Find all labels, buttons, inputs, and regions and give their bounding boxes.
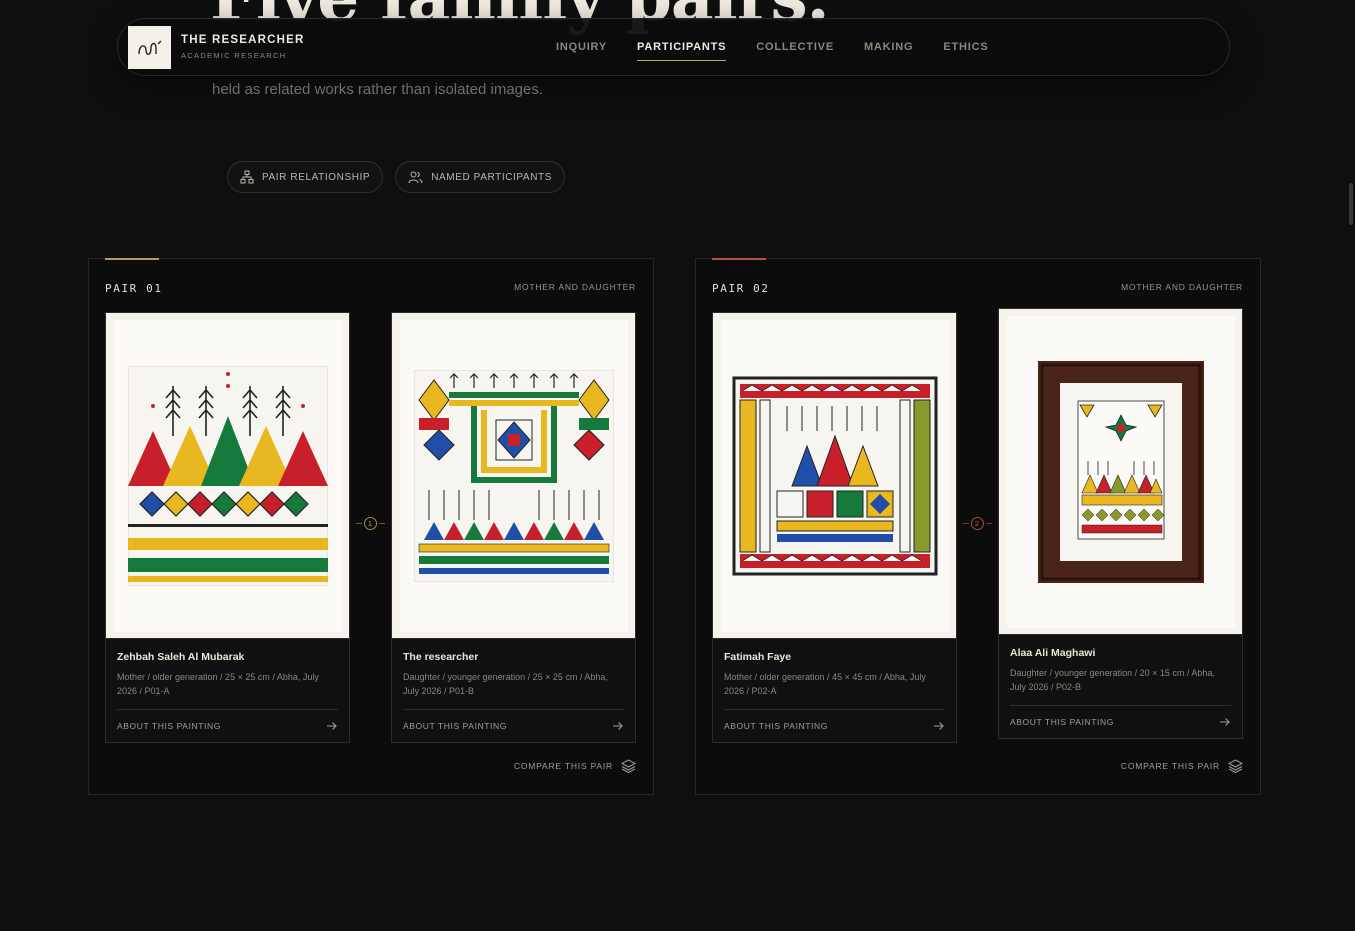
artwork-meta: Daughter / younger generation / 20 × 15 … — [1010, 668, 1215, 692]
brand-logo-icon — [137, 40, 161, 55]
about-label: ABOUT THIS PAINTING — [117, 721, 221, 731]
artwork-image-p02-b — [1037, 360, 1204, 583]
chip-pair-relationship[interactable]: PAIR RELATIONSHIP — [227, 161, 384, 193]
pair-card-01: PAIR 01 MOTHER AND DAUGHTER Zehbah Saleh… — [88, 258, 654, 795]
top-nav: THE RESEARCHER ACADEMIC RESEARCH INQUIRY… — [117, 18, 1230, 76]
about-label: ABOUT THIS PAINTING — [403, 721, 507, 731]
compare-label: COMPARE THIS PAIR — [513, 761, 613, 771]
pair-number: 2 — [970, 516, 984, 530]
layers-icon — [1228, 759, 1243, 773]
artist-name: Zehbah Saleh Al Mubarak — [117, 651, 245, 663]
artwork-frame — [106, 313, 349, 639]
pair-connector: 2 — [960, 516, 994, 530]
nav-ethics[interactable]: ETHICS — [943, 41, 988, 53]
pair-number: 1 — [363, 516, 377, 530]
page-subtitle: held as related works rather than isolat… — [212, 81, 544, 98]
nav-making[interactable]: MAKING — [864, 41, 913, 53]
filter-chips: PAIR RELATIONSHIP NAMED PARTICIPANTS — [227, 161, 566, 193]
arrow-right-icon — [613, 722, 623, 730]
about-label: ABOUT THIS PAINTING — [724, 721, 828, 731]
artwork-image-p01-b — [413, 369, 614, 582]
chip-label: PAIR RELATIONSHIP — [262, 171, 371, 183]
brand-subtitle: ACADEMIC RESEARCH — [181, 51, 287, 60]
artwork-meta: Mother / older generation / 45 × 45 cm /… — [724, 672, 926, 696]
artwork-frame — [999, 309, 1242, 635]
arrow-right-icon — [327, 722, 337, 730]
artwork-meta: Mother / older generation / 25 × 25 cm /… — [117, 672, 319, 696]
artwork-card-p02-a[interactable]: Fatimah Faye Mother / older generation /… — [712, 312, 957, 743]
artwork-image-p01-a — [127, 365, 328, 586]
artwork-meta: Daughter / younger generation / 25 × 25 … — [403, 672, 608, 696]
brand-name[interactable]: THE RESEARCHER — [181, 34, 305, 46]
artwork-card-p01-b[interactable]: The researcher Daughter / younger genera… — [391, 312, 636, 743]
pair-relationship: MOTHER AND DAUGHTER — [1121, 282, 1243, 292]
artwork-card-p01-a[interactable]: Zehbah Saleh Al Mubarak Mother / older g… — [105, 312, 350, 743]
compare-pair-button[interactable]: COMPARE THIS PAIR — [514, 759, 636, 773]
artist-name: Fatimah Faye — [724, 651, 792, 663]
nav-participants[interactable]: PARTICIPANTS — [637, 41, 727, 61]
nav-links: INQUIRY PARTICIPANTS COLLECTIVE MAKING E… — [556, 41, 989, 61]
about-painting-link[interactable]: ABOUT THIS PAINTING — [403, 710, 624, 742]
pair-card-02: PAIR 02 MOTHER AND DAUGHTER Fatimah Faye… — [695, 258, 1261, 795]
users-icon — [408, 171, 423, 184]
about-label: ABOUT THIS PAINTING — [1010, 717, 1114, 727]
scrollbar-thumb[interactable] — [1349, 183, 1353, 225]
hierarchy-icon — [240, 170, 254, 184]
pair-label: PAIR 02 — [712, 282, 770, 295]
pair-accent-bar — [105, 258, 159, 260]
pair-relationship: MOTHER AND DAUGHTER — [514, 282, 636, 292]
chip-label: NAMED PARTICIPANTS — [431, 171, 553, 183]
artwork-card-p02-b[interactable]: Alaa Ali Maghawi Daughter / younger gene… — [998, 308, 1243, 739]
compare-label: COMPARE THIS PAIR — [1120, 761, 1220, 771]
about-painting-link[interactable]: ABOUT THIS PAINTING — [724, 710, 945, 742]
artist-name: Alaa Ali Maghawi — [1010, 647, 1096, 659]
pair-accent-bar — [712, 258, 766, 260]
artwork-frame — [713, 313, 956, 639]
about-painting-link[interactable]: ABOUT THIS PAINTING — [117, 710, 338, 742]
brand-logo[interactable] — [128, 26, 171, 69]
arrow-right-icon — [1220, 718, 1230, 726]
arrow-right-icon — [934, 722, 944, 730]
artist-name: The researcher — [403, 651, 479, 663]
artwork-image-p02-a — [731, 375, 938, 576]
artwork-frame — [392, 313, 635, 639]
pair-connector: 1 — [353, 516, 387, 530]
layers-icon — [621, 759, 636, 773]
nav-collective[interactable]: COLLECTIVE — [756, 41, 834, 53]
chip-named-participants[interactable]: NAMED PARTICIPANTS — [395, 161, 566, 193]
nav-inquiry[interactable]: INQUIRY — [556, 41, 607, 53]
pair-label: PAIR 01 — [105, 282, 163, 295]
compare-pair-button[interactable]: COMPARE THIS PAIR — [1121, 759, 1243, 773]
about-painting-link[interactable]: ABOUT THIS PAINTING — [1010, 706, 1231, 738]
